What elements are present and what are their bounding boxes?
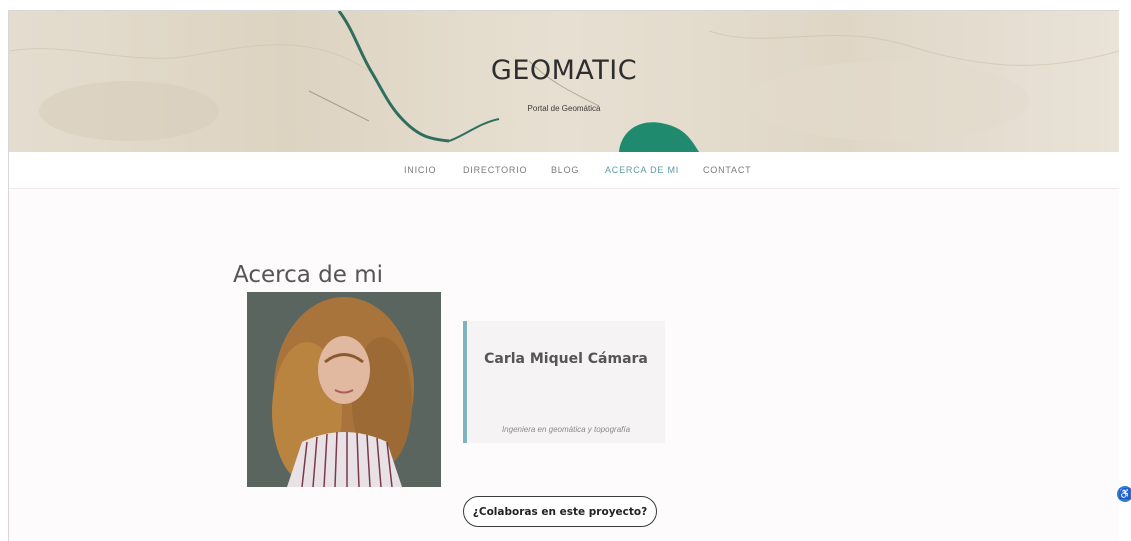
site-title[interactable]: GEOMATIC: [9, 55, 1119, 86]
nav-item-acerca-de-mi[interactable]: ACERCA DE MI: [605, 165, 679, 175]
accessibility-icon: ♿: [1118, 488, 1131, 500]
accessibility-button[interactable]: ♿: [1117, 486, 1131, 502]
nav-item-blog[interactable]: BLOG: [551, 165, 579, 175]
nav-item-directorio[interactable]: DIRECTORIO: [463, 165, 527, 175]
nav-item-contact[interactable]: CONTACT: [703, 165, 751, 175]
profile-card: Carla Miquel Cámara Ingeniera en geomáti…: [463, 321, 665, 443]
profile-role: Ingeniera en geomática y topografía: [501, 425, 631, 434]
collaborate-button[interactable]: ¿Colaboras en este proyecto?: [463, 496, 657, 527]
main-navigation: INICIO DIRECTORIO BLOG ACERCA DE MI CONT…: [9, 152, 1119, 189]
header-banner: GEOMATIC Portal de Geomática: [9, 11, 1119, 152]
page-title: Acerca de mi: [233, 262, 383, 289]
profile-name: Carla Miquel Cámara: [484, 351, 648, 367]
site-tagline: Portal de Geomática: [527, 104, 601, 113]
portrait-image: [247, 292, 441, 487]
page-frame: GEOMATIC Portal de Geomática INICIO DIRE…: [8, 10, 1119, 541]
nav-item-inicio[interactable]: INICIO: [404, 165, 436, 175]
profile-photo: [247, 292, 441, 487]
